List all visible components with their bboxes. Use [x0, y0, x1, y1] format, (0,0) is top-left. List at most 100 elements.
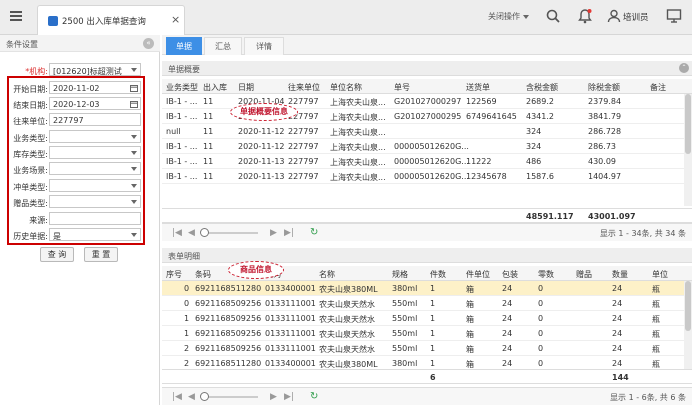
- calendar-icon[interactable]: [130, 84, 138, 92]
- partner-input[interactable]: 227797: [49, 113, 141, 126]
- table-cell: IB-1 - ...: [166, 97, 198, 106]
- column-header[interactable]: 单位: [652, 269, 668, 280]
- last-page-icon[interactable]: ▶|: [284, 228, 294, 238]
- hamburger-menu-icon[interactable]: [10, 11, 22, 21]
- column-header[interactable]: 包装: [502, 269, 518, 280]
- table-cell: 6921168511280: [195, 284, 262, 293]
- search-icon[interactable]: [545, 8, 561, 24]
- table-row[interactable]: null 11 2020-11-12 227797 上海农夫山泉... 324 286.72…: [162, 124, 692, 139]
- column-header[interactable]: 业务类型: [166, 82, 198, 93]
- column-header[interactable]: 除税金额: [588, 82, 620, 93]
- column-header[interactable]: 序号: [166, 269, 182, 280]
- column-header[interactable]: 含税金额: [526, 82, 558, 93]
- table-cell: 2379.84: [588, 97, 622, 106]
- reset-button[interactable]: 重 置: [84, 247, 118, 262]
- table-cell: 000005012620G...: [394, 157, 469, 166]
- tab-close-icon[interactable]: ×: [171, 13, 180, 26]
- reverse-type-select[interactable]: [49, 179, 141, 192]
- tab-summary[interactable]: 汇总: [204, 37, 242, 55]
- column-header[interactable]: 备注: [650, 82, 666, 93]
- table-cell: 24: [612, 284, 623, 293]
- table-cell: 箱: [466, 345, 474, 354]
- tab-details[interactable]: 详情: [244, 37, 284, 55]
- table-row[interactable]: 0 6921168511280 0133400001 农夫山泉380ML 380ml 1 箱…: [162, 281, 692, 296]
- calendar-icon[interactable]: [130, 100, 138, 108]
- scroll-thumb[interactable]: [685, 281, 691, 331]
- table-cell: 上海农夫山泉...: [330, 98, 386, 107]
- column-header[interactable]: 单位名称: [330, 82, 362, 93]
- column-header[interactable]: 送货单: [466, 82, 490, 93]
- source-input[interactable]: [49, 212, 141, 225]
- field-label: 来源:: [29, 216, 48, 225]
- refresh-icon[interactable]: ↻: [310, 227, 318, 238]
- prev-page-icon[interactable]: ◀: [188, 392, 195, 402]
- collapse-panel-icon[interactable]: «: [143, 38, 154, 49]
- gift-type-select[interactable]: [49, 195, 141, 208]
- last-page-icon[interactable]: ▶|: [284, 392, 294, 402]
- monitor-icon[interactable]: [666, 8, 682, 24]
- table-cell: 0: [538, 314, 544, 323]
- table-row[interactable]: 2 6921168509256 0133111001 农夫山泉天然水 550ml 1 箱 24…: [162, 341, 692, 356]
- total-count: 6: [430, 373, 436, 382]
- page-slider-knob[interactable]: [200, 228, 209, 237]
- table-cell: 000005012620G...: [394, 142, 469, 151]
- column-header[interactable]: 件单位: [466, 269, 490, 280]
- collapse-section-icon[interactable]: ⌃: [679, 63, 689, 73]
- column-header[interactable]: 条码: [195, 269, 211, 280]
- table-cell: 箱: [466, 330, 474, 339]
- table-cell: 227797: [288, 127, 319, 136]
- user-name[interactable]: 培训员: [623, 11, 649, 23]
- tab-document-query[interactable]: 2500 出入库单据查询 ×: [37, 5, 185, 35]
- column-header[interactable]: 往来单位: [288, 82, 320, 93]
- table-row[interactable]: 1 6921168509256 0133111001 农夫山泉天然水 550ml 1 箱 24…: [162, 326, 692, 341]
- table-cell: 1: [430, 344, 436, 353]
- table-row[interactable]: 1 6921168509256 0133111001 农夫山泉天然水 550ml 1 箱 24…: [162, 311, 692, 326]
- column-header[interactable]: 规格: [392, 269, 408, 280]
- first-page-icon[interactable]: |◀: [172, 392, 182, 402]
- top-bar: 2500 出入库单据查询 × 关闭操作 培训员: [0, 0, 692, 35]
- stock-type-select[interactable]: [49, 146, 141, 159]
- business-type-select[interactable]: [49, 130, 141, 143]
- next-page-icon[interactable]: ▶: [270, 228, 277, 238]
- column-header[interactable]: 出入库: [203, 82, 227, 93]
- user-icon[interactable]: [606, 8, 622, 24]
- field-label: 结束日期:: [13, 101, 48, 110]
- table-cell: 0: [538, 359, 544, 368]
- table-row[interactable]: IB-1 - ... 11 2020-11-13 227797 上海农夫山泉... 000…: [162, 169, 692, 184]
- detail-scrollbar[interactable]: [684, 281, 692, 369]
- bell-icon[interactable]: [577, 8, 593, 24]
- first-page-icon[interactable]: |◀: [172, 228, 182, 238]
- scene-select[interactable]: [49, 162, 141, 175]
- page-slider-knob[interactable]: [200, 392, 209, 401]
- filter-title: 条件设置: [6, 40, 38, 49]
- start-date-input[interactable]: 2020-11-02: [49, 81, 141, 94]
- end-date-input[interactable]: 2020-12-03: [49, 97, 141, 110]
- scroll-thumb[interactable]: [685, 94, 691, 154]
- table-cell: 1: [184, 329, 190, 338]
- page-slider[interactable]: [204, 232, 258, 234]
- prev-page-icon[interactable]: ◀: [188, 228, 195, 238]
- table-cell: IB-1 - ...: [166, 112, 198, 121]
- table-cell: 2020-11-12: [238, 142, 285, 151]
- column-header[interactable]: 单号: [394, 82, 410, 93]
- org-select[interactable]: [012620]标超测试: [49, 63, 141, 76]
- field-history: 历史单据: 是: [0, 228, 160, 242]
- query-button[interactable]: 查 询: [40, 247, 74, 262]
- column-header[interactable]: 数量: [612, 269, 628, 280]
- column-header[interactable]: 名称: [319, 269, 335, 280]
- page-slider[interactable]: [204, 396, 258, 398]
- table-row[interactable]: IB-1 - ... 11 2020-11-13 227797 上海农夫山泉... 000…: [162, 154, 692, 169]
- history-select[interactable]: 是: [49, 228, 141, 241]
- table-row[interactable]: 0 6921168509256 0133111001 农夫山泉天然水 550ml 1 箱 24…: [162, 296, 692, 311]
- column-header[interactable]: 零数: [538, 269, 554, 280]
- summary-scrollbar[interactable]: [684, 94, 692, 206]
- table-cell: 箱: [466, 300, 474, 309]
- table-row[interactable]: IB-1 - ... 11 2020-11-12 227797 上海农夫山泉... 000…: [162, 139, 692, 154]
- column-header[interactable]: 日期: [238, 82, 254, 93]
- tab-documents[interactable]: 单据: [166, 37, 202, 55]
- column-header[interactable]: 件数: [430, 269, 446, 280]
- refresh-icon[interactable]: ↻: [310, 391, 318, 402]
- close-action-dropdown[interactable]: 关闭操作: [488, 11, 529, 22]
- column-header[interactable]: 赠品: [576, 269, 592, 280]
- next-page-icon[interactable]: ▶: [270, 392, 277, 402]
